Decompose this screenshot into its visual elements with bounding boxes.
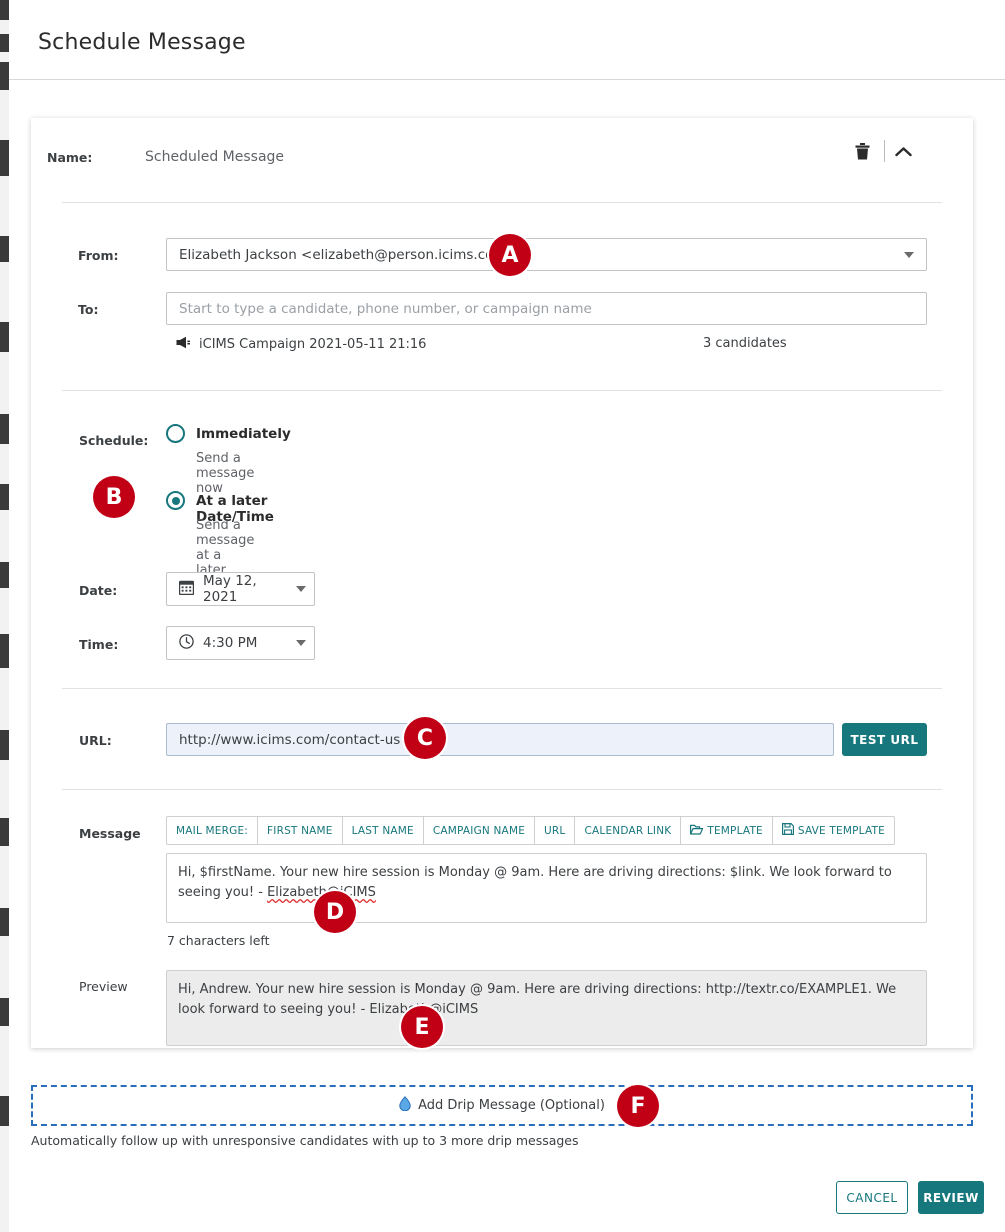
from-value: Elizabeth Jackson <elizabeth@person.icim…: [179, 246, 518, 263]
divider-4: [62, 789, 942, 790]
time-chevron-down-icon[interactable]: [288, 627, 314, 659]
radio-immediately-title: Immediately: [196, 426, 291, 442]
toolbar-url[interactable]: URL: [535, 817, 576, 844]
time-picker[interactable]: 4:30 PM: [166, 626, 315, 660]
radio-immediately-subtitle: Send a message now: [196, 451, 255, 496]
clock-icon: [179, 633, 194, 653]
message-textarea[interactable]: Hi, $firstName. Your new hire session is…: [166, 853, 927, 923]
name-value: Scheduled Message: [145, 149, 285, 165]
time-value: 4:30 PM: [203, 635, 258, 651]
chevron-up-icon[interactable]: [890, 138, 916, 164]
mail-merge-toolbar[interactable]: MAIL MERGE: FIRST NAME LAST NAME CAMPAIG…: [166, 816, 895, 845]
page-left-edge: [0, 0, 9, 1232]
to-label: To:: [78, 302, 99, 317]
header-icon-divider: [884, 140, 885, 162]
radio-immediately[interactable]: [166, 424, 185, 443]
toolbar-calendar-link[interactable]: CALENDAR LINK: [575, 817, 682, 844]
to-placeholder: Start to type a candidate, phone number,…: [179, 300, 592, 317]
review-button[interactable]: REVIEW: [918, 1181, 984, 1214]
megaphone-icon: [176, 336, 192, 353]
message-label: Message: [79, 826, 141, 841]
add-drip-message-button[interactable]: Add Drip Message (Optional): [31, 1085, 973, 1126]
folder-open-icon: [690, 824, 704, 838]
url-input[interactable]: http://www.icims.com/contact-us: [166, 723, 834, 756]
annotation-badge-d: D: [314, 891, 356, 933]
date-value: May 12, 2021: [203, 573, 257, 605]
recipient-row: iCIMS Campaign 2021-05-11 21:16: [176, 336, 426, 353]
divider-2: [62, 390, 942, 391]
annotation-badge-c: C: [404, 717, 446, 759]
preview-label: Preview: [79, 979, 128, 994]
candidate-count: 3 candidates: [703, 336, 787, 351]
save-disk-icon: [781, 823, 794, 838]
chevron-down-icon[interactable]: [892, 239, 926, 270]
radio-later-datetime[interactable]: [166, 491, 185, 510]
recipient-name: iCIMS Campaign 2021-05-11 21:16: [199, 337, 427, 352]
annotation-badge-b: B: [93, 476, 135, 518]
date-label: Date:: [79, 583, 118, 598]
test-url-button[interactable]: TEST URL: [842, 723, 927, 756]
toolbar-save-template-label: SAVE TEMPLATE: [797, 824, 885, 837]
date-chevron-down-icon[interactable]: [288, 573, 314, 605]
time-label: Time:: [79, 637, 119, 652]
url-label: URL:: [79, 733, 112, 748]
url-value: http://www.icims.com/contact-us: [179, 731, 401, 748]
from-label: From:: [78, 248, 119, 263]
annotation-badge-f: F: [617, 1085, 659, 1127]
page-title: Schedule Message: [38, 30, 246, 55]
schedule-label: Schedule:: [79, 433, 149, 448]
drip-note: Automatically follow up with unresponsiv…: [31, 1133, 579, 1148]
dialog-header: Schedule Message: [9, 4, 1005, 80]
calendar-icon: [178, 580, 195, 599]
preview-text: Hi, Andrew. Your new hire session is Mon…: [178, 982, 897, 1017]
characters-left-counter: 7 characters left: [167, 933, 270, 948]
toolbar-campaign-name[interactable]: CAMPAIGN NAME: [424, 817, 536, 844]
from-select[interactable]: Elizabeth Jackson <elizabeth@person.icim…: [166, 238, 927, 271]
message-preview: Hi, Andrew. Your new hire session is Mon…: [166, 970, 927, 1046]
annotation-badge-a: A: [489, 234, 531, 276]
annotation-badge-e: E: [401, 1006, 443, 1048]
date-picker[interactable]: May 12, 2021: [166, 572, 315, 606]
cancel-button[interactable]: CANCEL: [836, 1181, 908, 1214]
toolbar-template[interactable]: TEMPLATE: [681, 817, 773, 844]
toolbar-template-label: TEMPLATE: [707, 824, 763, 837]
toolbar-first-name[interactable]: FIRST NAME: [258, 817, 343, 844]
add-drip-message-label: Add Drip Message (Optional): [418, 1098, 605, 1113]
toolbar-last-name[interactable]: LAST NAME: [343, 817, 424, 844]
divider-3: [62, 688, 942, 689]
water-drop-icon: [399, 1096, 411, 1115]
name-label: Name:: [47, 150, 93, 165]
trash-icon[interactable]: [849, 138, 875, 164]
toolbar-save-template[interactable]: SAVE TEMPLATE: [773, 817, 894, 844]
toolbar-mail-merge-label: MAIL MERGE:: [167, 817, 259, 844]
to-input[interactable]: Start to type a candidate, phone number,…: [166, 292, 927, 325]
divider-1: [62, 202, 942, 203]
